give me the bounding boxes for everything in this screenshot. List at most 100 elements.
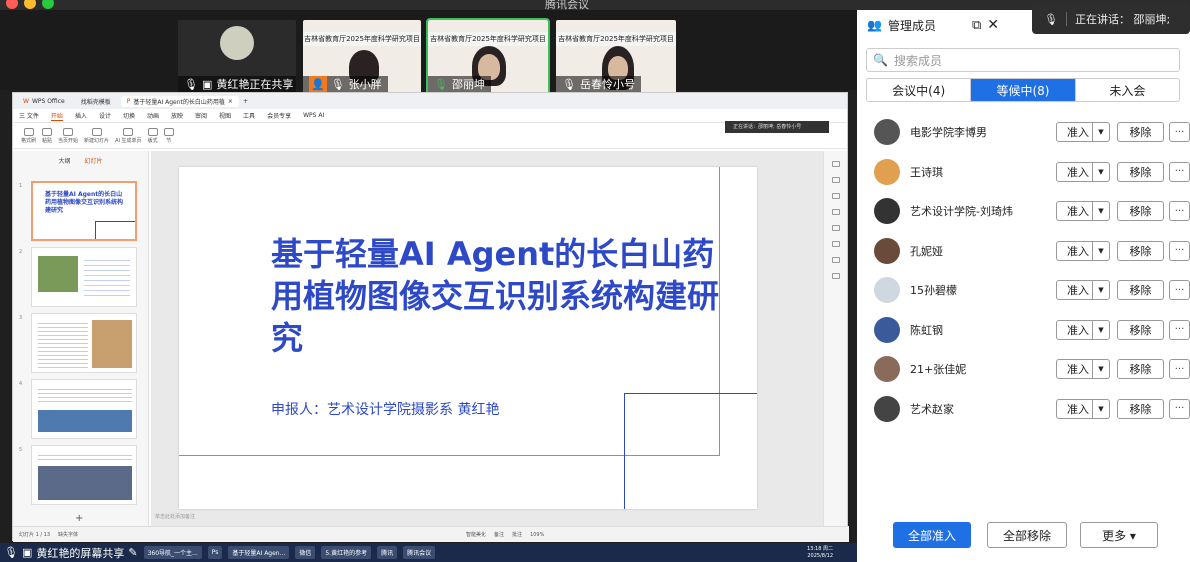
add-slide-icon[interactable]: + xyxy=(75,513,83,524)
remove-button[interactable]: 移除 xyxy=(1117,161,1164,182)
ribbon-button[interactable]: 格式刷 xyxy=(21,127,36,144)
screen-share-label[interactable]: 🎙 ▣ 黄红艳的屏幕共享 ✎ xyxy=(4,545,138,561)
tool-icon[interactable] xyxy=(831,161,840,167)
remove-button[interactable]: 移除 xyxy=(1117,240,1164,261)
menu-item[interactable]: 开始 xyxy=(50,111,63,121)
menu-item[interactable]: WPS AI xyxy=(303,112,324,119)
wps-tab-templates[interactable]: 找稻壳模板 xyxy=(75,96,117,107)
tool-icon[interactable] xyxy=(831,225,840,231)
taskbar-app[interactable]: 360导航_一个主... xyxy=(143,546,202,559)
taskbar-app[interactable]: 腾讯 xyxy=(377,546,398,559)
taskbar-app[interactable]: Ps xyxy=(207,546,223,559)
slide-thumbnail[interactable] xyxy=(31,379,137,439)
admit-button[interactable]: 准入 ▼ xyxy=(1056,359,1110,379)
admit-button[interactable]: 准入 ▼ xyxy=(1056,280,1110,300)
add-tab-icon[interactable]: + xyxy=(243,98,248,105)
tool-icon[interactable] xyxy=(831,193,840,199)
admit-button[interactable]: 准入 ▼ xyxy=(1056,319,1110,340)
admit-button[interactable]: 准入 ▼ xyxy=(1056,122,1110,142)
pen-icon[interactable]: ✎ xyxy=(128,546,137,559)
status-item[interactable]: 智能美化 xyxy=(466,531,486,538)
ribbon-button[interactable]: 版式 xyxy=(147,127,158,144)
status-item[interactable]: 备注 xyxy=(494,531,504,538)
popout-icon[interactable]: ⧉ xyxy=(972,18,981,33)
admit-button[interactable]: 准入 ▼ xyxy=(1056,398,1110,419)
video-tile-active-speaker[interactable]: 吉林省教育厅2025年度科学研究项目 🎙 邵丽坤 xyxy=(426,18,550,96)
remove-all-button[interactable]: 全部移除 xyxy=(987,522,1067,548)
menu-item[interactable]: 放映 xyxy=(171,111,183,120)
chevron-down-icon[interactable]: ▼ xyxy=(1092,360,1109,378)
video-tile-participant[interactable]: 吉林省教育厅2025年度科学研究项目 🎙 岳春怜小号 xyxy=(556,20,676,94)
menu-item[interactable]: 工具 xyxy=(243,111,255,120)
taskbar-clock[interactable]: 13:18 周二 2025/8/12 xyxy=(807,546,833,560)
tool-icon[interactable] xyxy=(831,177,840,183)
video-tile-participant[interactable]: 吉林省教育厅2025年度科学研究项目 👤 🎙 张小胖 xyxy=(303,20,421,94)
taskbar-app[interactable]: 基于轻量AI Agen... xyxy=(228,546,290,559)
tab-outline[interactable]: 大纲 xyxy=(58,156,70,165)
admit-all-button[interactable]: 全部准入 xyxy=(893,522,971,548)
chevron-down-icon[interactable]: ▼ xyxy=(1092,399,1109,418)
taskbar-app[interactable]: 腾讯会议 xyxy=(403,546,436,559)
menu-item[interactable]: 会员专享 xyxy=(267,111,291,120)
tab-in-meeting[interactable]: 会议中(4) xyxy=(867,79,972,101)
more-options-icon[interactable]: ··· xyxy=(1169,161,1190,182)
member-search-input[interactable]: 🔍 搜索成员 xyxy=(866,48,1180,72)
ribbon-button[interactable]: 新建幻灯片 xyxy=(84,127,109,144)
remove-button[interactable]: 移除 xyxy=(1117,280,1164,300)
more-options-icon[interactable]: ··· xyxy=(1169,240,1190,261)
menu-item[interactable]: 视图 xyxy=(219,111,231,120)
admit-button[interactable]: 准入 ▼ xyxy=(1056,201,1110,221)
status-item[interactable]: 缺失字体 xyxy=(58,531,78,538)
remove-button[interactable]: 移除 xyxy=(1117,319,1164,340)
ribbon-button[interactable]: 节 xyxy=(163,127,174,144)
chevron-down-icon[interactable]: ▼ xyxy=(1092,202,1109,220)
tool-icon[interactable] xyxy=(831,209,840,215)
maximize-window-icon[interactable] xyxy=(42,0,54,9)
slide[interactable]: 基于轻量AI Agent的长白山药用植物图像交互识别系统构建研究 申报人：艺术设… xyxy=(179,167,757,509)
more-options-icon[interactable]: ··· xyxy=(1169,319,1190,340)
ribbon-button[interactable]: 粘贴 xyxy=(42,127,52,144)
chevron-down-icon[interactable]: ▼ xyxy=(1092,281,1109,299)
tool-icon[interactable] xyxy=(831,241,840,247)
chevron-down-icon[interactable]: ▼ xyxy=(1092,241,1109,260)
menu-item[interactable]: 动画 xyxy=(147,111,159,120)
remove-button[interactable]: 移除 xyxy=(1117,201,1164,221)
chevron-down-icon[interactable]: ▼ xyxy=(1092,123,1109,141)
wps-tab-home[interactable]: W WPS Office xyxy=(17,97,71,106)
slide-thumbnail[interactable] xyxy=(31,313,137,373)
chevron-down-icon[interactable]: ▼ xyxy=(1092,320,1109,339)
taskbar-app[interactable]: 微信 xyxy=(295,546,316,559)
notes-hint[interactable]: 单击此处添加备注 xyxy=(155,513,195,520)
more-options-icon[interactable]: ··· xyxy=(1169,122,1190,142)
slide-thumbnail[interactable]: 基于轻量AI Agent的长白山药用植物图像交互识别系统构建研究 xyxy=(31,181,137,241)
menu-item[interactable]: 审阅 xyxy=(195,111,207,120)
close-icon[interactable]: ✕ xyxy=(987,17,999,33)
menu-item[interactable]: 插入 xyxy=(75,111,87,120)
remove-button[interactable]: 移除 xyxy=(1117,398,1164,419)
remove-button[interactable]: 移除 xyxy=(1117,359,1164,379)
admit-button[interactable]: 准入 ▼ xyxy=(1056,161,1110,182)
tool-icon[interactable] xyxy=(831,273,840,279)
menu-item[interactable]: 切换 xyxy=(123,111,135,120)
close-window-icon[interactable] xyxy=(6,0,18,9)
tab-waiting[interactable]: 等候中(8) xyxy=(971,79,1076,101)
more-button[interactable]: 更多 ▾ xyxy=(1080,522,1158,548)
more-options-icon[interactable]: ··· xyxy=(1169,201,1190,221)
slide-thumbnail[interactable] xyxy=(31,247,137,307)
wps-tab-document[interactable]: P 基于轻量AI Agent的长白山药用植 × xyxy=(120,95,239,107)
more-options-icon[interactable]: ··· xyxy=(1169,398,1190,419)
menu-item[interactable]: 设计 xyxy=(99,111,111,120)
admit-button[interactable]: 准入 ▼ xyxy=(1056,240,1110,261)
ribbon-button[interactable]: AI 生成单页 xyxy=(115,127,142,144)
status-item[interactable]: 批注 xyxy=(512,531,522,538)
chevron-down-icon[interactable]: ▼ xyxy=(1092,162,1109,181)
menu-item[interactable]: 三 文件 xyxy=(19,111,39,120)
ribbon-button[interactable]: 当页开始 xyxy=(58,127,78,144)
more-options-icon[interactable]: ··· xyxy=(1169,359,1190,379)
slide-thumbnail[interactable] xyxy=(31,445,137,505)
minimize-window-icon[interactable] xyxy=(24,0,36,9)
more-options-icon[interactable]: ··· xyxy=(1169,280,1190,300)
close-icon[interactable]: × xyxy=(228,98,233,105)
taskbar-app[interactable]: 5.黄红艳的参考 xyxy=(321,546,372,559)
video-tile-sharer[interactable]: 🎙 ▣ 黄红艳正在共享 xyxy=(178,20,296,94)
